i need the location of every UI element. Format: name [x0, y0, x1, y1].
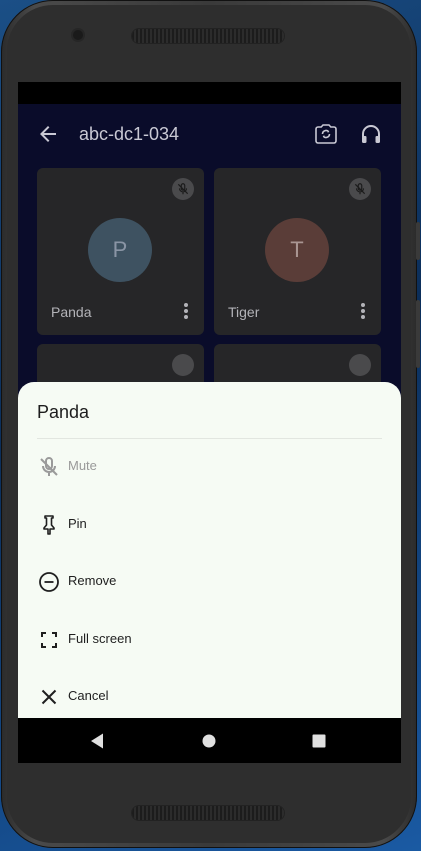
avatar: T [265, 218, 329, 282]
mic-off-icon [172, 178, 194, 200]
menu-item-label: Pin [68, 516, 87, 531]
navigation-bar [18, 718, 401, 763]
participant-tile[interactable]: T Tiger [214, 168, 381, 335]
mic-off-icon [172, 354, 194, 376]
participant-name: Tiger [228, 304, 260, 320]
menu-item-label: Cancel [68, 688, 109, 703]
recents-square-icon[interactable] [308, 730, 330, 752]
meeting-title: abc-dc1-034 [79, 124, 180, 144]
bottom-speaker-grille [132, 806, 284, 820]
close-icon [41, 689, 57, 705]
switch-camera-icon[interactable] [314, 122, 338, 146]
top-speaker-grille [132, 29, 284, 43]
pin-menu-item[interactable]: Pin [18, 497, 401, 553]
back-triangle-icon[interactable] [86, 730, 108, 752]
mic-off-icon [349, 178, 371, 200]
pin-icon [43, 515, 55, 535]
more-vert-icon[interactable] [359, 301, 367, 321]
remove-circle-icon [39, 572, 59, 592]
cancel-menu-item[interactable]: Cancel [18, 669, 401, 725]
fullscreen-icon [41, 632, 57, 648]
volume-button [416, 222, 420, 260]
power-button [416, 300, 420, 368]
participant-tile[interactable]: P Panda [37, 168, 204, 335]
device-screen: abc-dc1-034 P Panda T Tiger Panda Mute P… [18, 82, 401, 763]
menu-item-label: Remove [68, 573, 117, 588]
headphones-icon[interactable] [359, 122, 383, 146]
participant-options-sheet: Panda Mute Pin Remove Full screen Cancel [18, 382, 401, 740]
mic-off-icon [40, 456, 58, 476]
remove-menu-item[interactable]: Remove [18, 554, 401, 610]
app-bar: abc-dc1-034 [18, 104, 401, 164]
status-bar [18, 82, 401, 104]
menu-item-label: Mute [68, 458, 97, 473]
meeting-screen: abc-dc1-034 P Panda T Tiger Panda Mute P… [18, 104, 401, 740]
front-camera [73, 30, 83, 40]
sheet-title: Panda [37, 402, 90, 422]
more-vert-icon[interactable] [182, 301, 190, 321]
arrow-back-icon[interactable] [36, 122, 60, 146]
home-circle-icon[interactable] [198, 730, 220, 752]
menu-item-label: Full screen [68, 631, 132, 646]
mute-menu-item[interactable]: Mute [18, 439, 401, 495]
mic-off-icon [349, 354, 371, 376]
phone-frame: abc-dc1-034 P Panda T Tiger Panda Mute P… [1, 0, 420, 848]
avatar: P [88, 218, 152, 282]
fullscreen-menu-item[interactable]: Full screen [18, 612, 401, 668]
participant-name: Panda [51, 304, 92, 320]
